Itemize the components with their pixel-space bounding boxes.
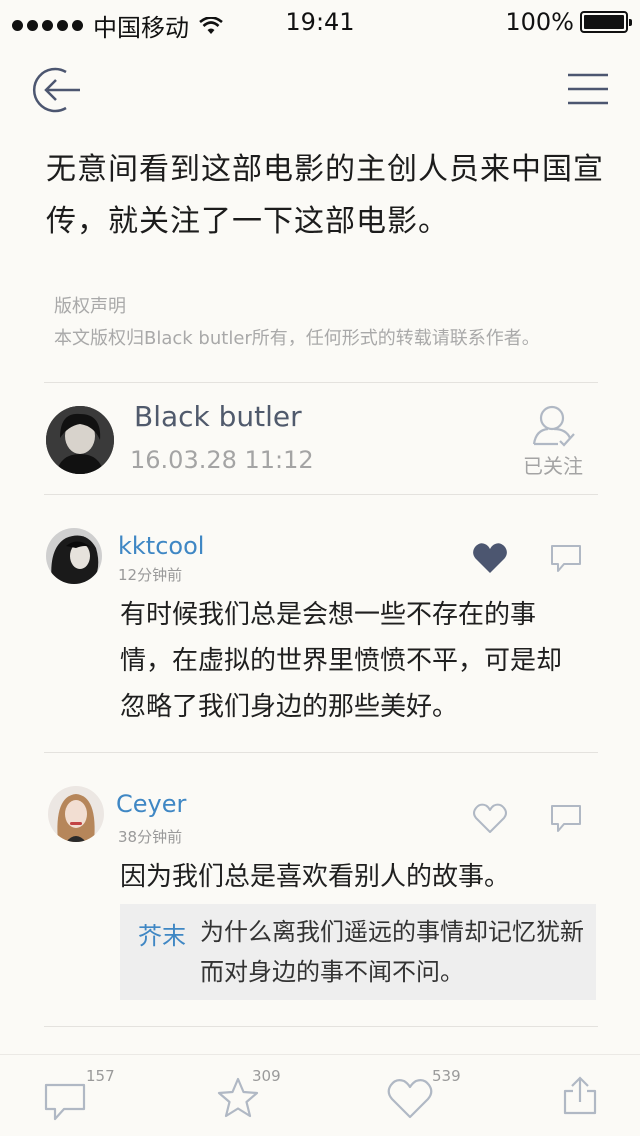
comment-icon <box>551 805 581 832</box>
comments-count: 157 <box>86 1067 115 1085</box>
bottom-toolbar: 157 309 539 <box>0 1054 640 1136</box>
author-name[interactable]: Black butler <box>134 400 302 433</box>
comments-button[interactable]: 157 <box>40 1055 130 1136</box>
likes-count: 539 <box>432 1067 461 1085</box>
heart-outline-icon <box>473 803 507 833</box>
reply-username[interactable]: 芥末 <box>138 916 186 951</box>
battery-icon <box>580 11 632 33</box>
reply-button[interactable] <box>550 804 582 838</box>
comment-icon <box>44 1083 86 1121</box>
heart-filled-icon <box>473 543 507 573</box>
follow-button[interactable]: 已关注 <box>518 404 588 478</box>
like-article-button[interactable]: 539 <box>382 1055 482 1136</box>
copyright-title: 版权声明 <box>54 296 126 317</box>
share-button[interactable] <box>556 1055 606 1136</box>
back-arrow-icon <box>32 67 80 113</box>
heart-outline-icon <box>387 1079 433 1119</box>
comment-username[interactable]: Ceyer <box>116 790 186 818</box>
reply-quote: 芥末 为什么离我们遥远的事情却记忆犹新而对身边的事不闻不问。 <box>120 904 596 1000</box>
divider <box>44 752 598 753</box>
comment-text: 因为我们总是喜欢看别人的故事。 <box>120 862 511 892</box>
like-button[interactable] <box>472 802 508 838</box>
divider <box>44 1026 598 1027</box>
reply-button[interactable] <box>550 544 582 578</box>
divider <box>44 494 598 495</box>
hamburger-menu-icon <box>568 73 608 105</box>
comment-text: 有时候我们总是会想一些不存在的事情，在虚拟的世界里愤愤不平，可是却忽略了我们身边… <box>120 600 563 722</box>
comment-username[interactable]: kktcool <box>118 532 204 560</box>
divider <box>44 382 598 383</box>
favorite-button[interactable]: 309 <box>212 1055 302 1136</box>
like-button[interactable] <box>472 542 508 578</box>
user-check-icon <box>532 405 575 447</box>
back-button[interactable] <box>32 66 84 114</box>
avatar[interactable] <box>46 528 102 584</box>
article-text: 无意间看到这部电影的主创人员来中国宣传，就关注了一下这部电影。 <box>46 152 604 239</box>
avatar[interactable] <box>48 786 104 842</box>
post-date: 16.03.28 11:12 <box>130 446 314 474</box>
share-icon <box>563 1076 597 1115</box>
comment-time: 12分钟前 <box>118 566 183 584</box>
favorites-count: 309 <box>252 1067 281 1085</box>
author-avatar[interactable] <box>46 406 114 474</box>
comment-icon <box>551 545 581 572</box>
follow-label: 已关注 <box>523 454 583 478</box>
menu-button[interactable] <box>566 72 610 106</box>
status-bar: 中国移动 19:41 100% <box>0 0 640 48</box>
copyright-notice: 本文版权归Black butler所有，任何形式的转载请联系作者。 <box>54 328 540 349</box>
comment-time: 38分钟前 <box>118 828 183 846</box>
battery-percentage: 100% <box>505 8 574 36</box>
reply-text: 为什么离我们遥远的事情却记忆犹新而对身边的事不闻不问。 <box>200 918 584 986</box>
